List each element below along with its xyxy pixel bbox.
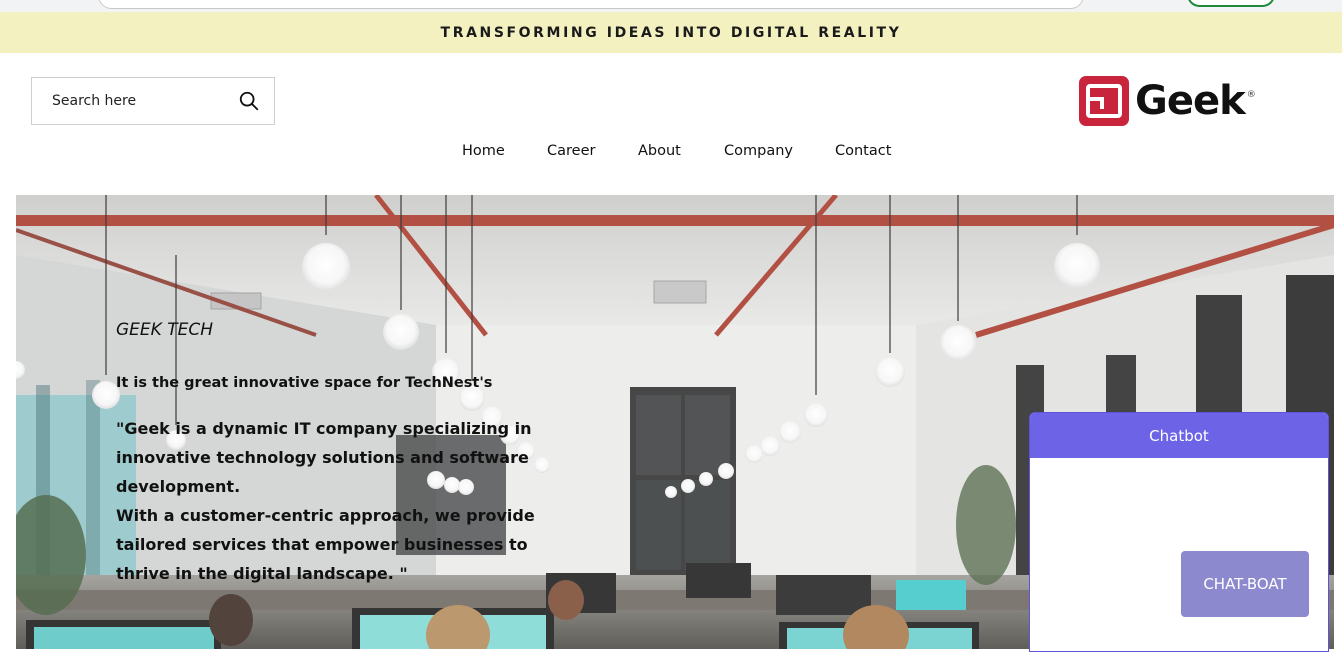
site-logo[interactable]: Geek ® [1079,76,1256,126]
hero-description-line2: With a customer-centric approach, we pro… [116,506,535,583]
nav-contact[interactable]: Contact [835,143,891,159]
address-bar[interactable] [98,0,1084,9]
banner-text: TRANSFORMING IDEAS INTO DIGITAL REALITY [440,24,902,41]
hero-tagline: It is the great innovative space for Tec… [116,375,493,391]
nav-home[interactable]: Home [462,143,505,159]
browser-chrome [0,0,1342,12]
browser-profile-button[interactable] [1187,0,1275,7]
nav-about[interactable]: About [638,143,681,159]
search-input[interactable] [52,93,242,109]
chat-open-button[interactable]: CHAT-BOAT [1181,551,1309,617]
search-box[interactable] [31,77,275,125]
hero-title: GEEK TECH [116,320,213,340]
logo-wordmark: Geek [1135,78,1246,124]
geek-logo-icon [1079,76,1129,126]
top-banner: TRANSFORMING IDEAS INTO DIGITAL REALITY [0,12,1342,53]
logo-registered-mark: ® [1246,90,1256,100]
chatbot-title: Chatbot [1149,426,1209,445]
search-icon[interactable] [238,90,260,112]
main-nav: Home Career About Company Contact [0,143,1342,167]
nav-company[interactable]: Company [724,143,793,159]
hero-description-line1: "Geek is a dynamic IT company specializi… [116,419,532,496]
hero-description: "Geek is a dynamic IT company specializi… [116,414,556,588]
chatbot-header[interactable]: Chatbot [1030,413,1328,458]
nav-career[interactable]: Career [547,143,595,159]
